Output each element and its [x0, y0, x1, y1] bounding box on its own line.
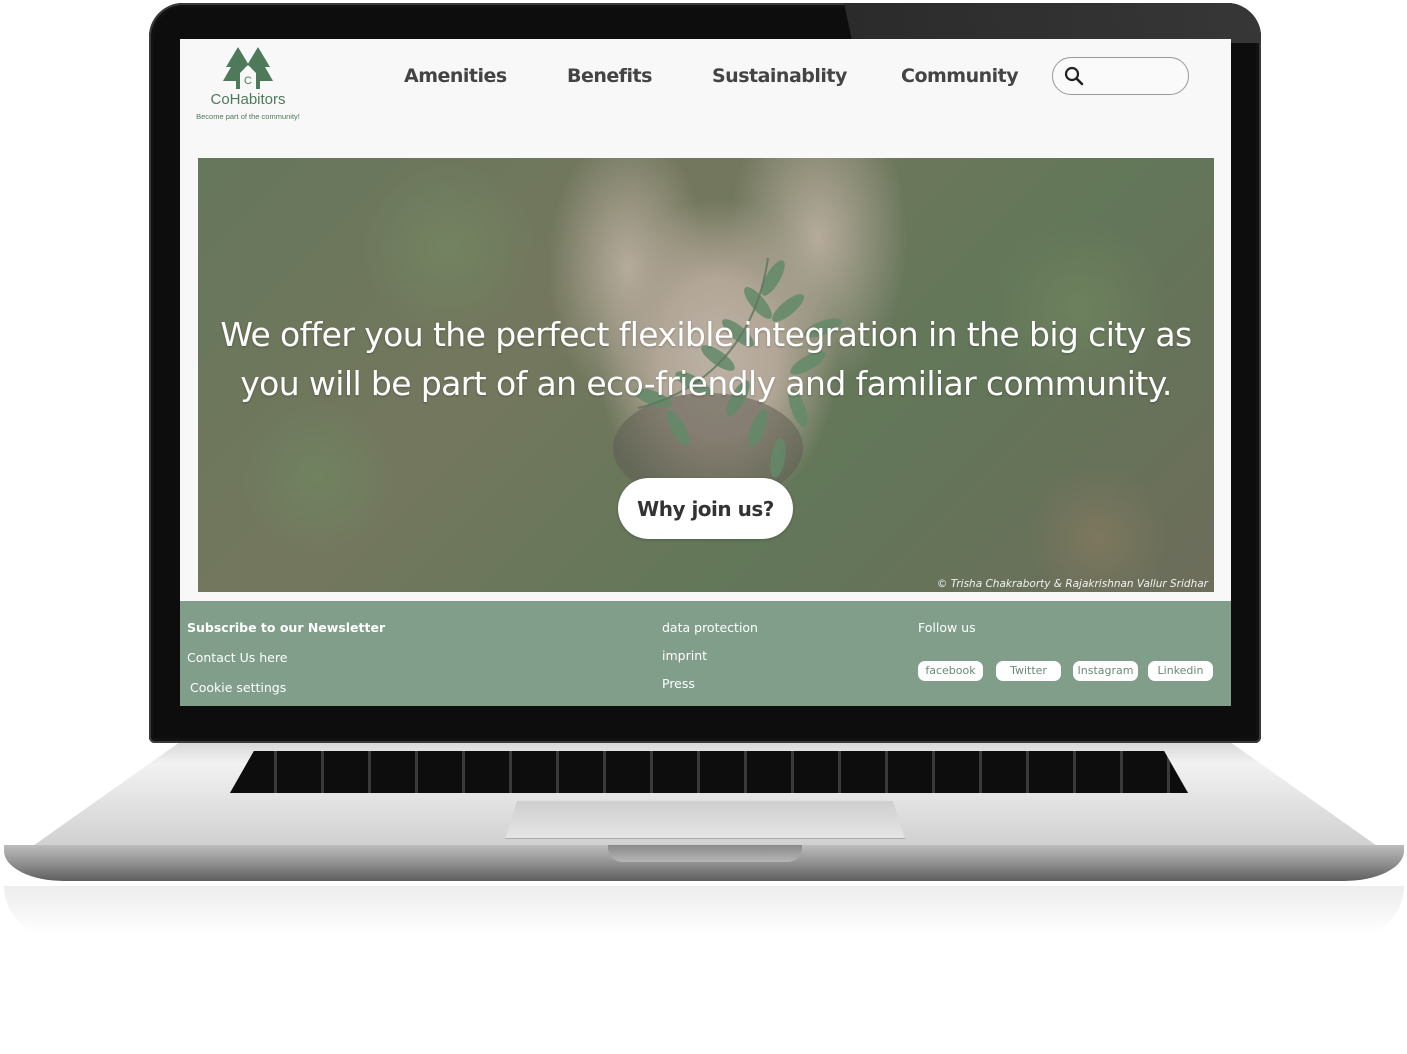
- pine-trees-logo-icon: C: [223, 47, 273, 89]
- follow-us-label: Follow us: [918, 620, 976, 635]
- hero-headline-line-2: you will be part of an eco-friendly and …: [240, 364, 1172, 403]
- website-screen: C CoHabitors Become part of the communit…: [180, 39, 1231, 706]
- laptop-trackpad: [505, 801, 905, 839]
- brand-tagline: Become part of the community!: [196, 112, 300, 121]
- hero-headline-line-1: We offer you the perfect flexible integr…: [220, 315, 1192, 354]
- why-join-us-button[interactable]: Why join us?: [618, 478, 793, 539]
- hero-banner: We offer you the perfect flexible integr…: [198, 158, 1214, 592]
- nav-benefits[interactable]: Benefits: [567, 65, 652, 87]
- photo-credit: © Trisha Chakraborty & Rajakrishnan Vall…: [936, 578, 1208, 590]
- contact-link[interactable]: Contact Us here: [187, 650, 287, 665]
- twitter-button[interactable]: Twitter: [996, 661, 1061, 681]
- hero-headline: We offer you the perfect flexible integr…: [198, 310, 1214, 408]
- search-box[interactable]: [1052, 57, 1189, 95]
- data-protection-link[interactable]: data protection: [662, 620, 758, 635]
- search-icon[interactable]: [1064, 66, 1084, 86]
- nav-sustainability[interactable]: Sustainablity: [712, 65, 847, 87]
- laptop-reflection: [4, 886, 1404, 936]
- lid-glare: [844, 3, 1261, 43]
- press-link[interactable]: Press: [662, 676, 695, 691]
- site-footer: Subscribe to our Newsletter Contact Us h…: [180, 601, 1231, 706]
- brand-name: CoHabitors: [210, 91, 286, 108]
- facebook-button[interactable]: facebook: [918, 661, 983, 681]
- site-header: C CoHabitors Become part of the communit…: [180, 39, 1231, 157]
- cookie-settings-link[interactable]: Cookie settings: [190, 680, 286, 695]
- nav-community[interactable]: Community: [901, 65, 1019, 87]
- logo[interactable]: C CoHabitors Become part of the communit…: [188, 45, 308, 121]
- laptop-notch: [608, 845, 802, 862]
- search-input[interactable]: [1091, 64, 1183, 88]
- nav-amenities[interactable]: Amenities: [404, 65, 507, 87]
- instagram-button[interactable]: Instagram: [1073, 661, 1138, 681]
- laptop-keyboard: [230, 751, 1188, 793]
- linkedin-button[interactable]: Linkedin: [1148, 661, 1213, 681]
- newsletter-link[interactable]: Subscribe to our Newsletter: [187, 620, 385, 635]
- svg-text:C: C: [244, 75, 252, 87]
- imprint-link[interactable]: imprint: [662, 648, 707, 663]
